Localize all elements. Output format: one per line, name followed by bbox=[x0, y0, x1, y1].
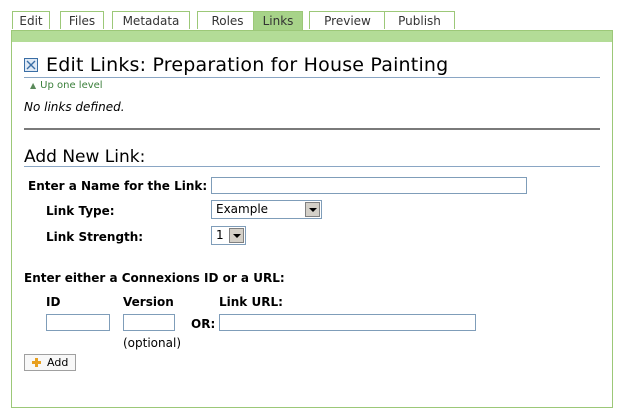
tab-preview[interactable]: Preview bbox=[309, 11, 386, 29]
up-one-level-link[interactable]: ▲ Up one level bbox=[30, 80, 103, 91]
link-name-input[interactable] bbox=[211, 177, 527, 194]
either-id-or-url-label: Enter either a Connexions ID or a URL: bbox=[24, 271, 285, 285]
tab-roles[interactable]: Roles bbox=[197, 11, 258, 29]
or-label: OR: bbox=[191, 317, 216, 331]
plus-icon bbox=[32, 358, 41, 367]
link-url-input[interactable] bbox=[219, 314, 476, 331]
up-link-label: Up one level bbox=[40, 80, 103, 91]
no-links-message: No links defined. bbox=[24, 100, 125, 114]
add-link-heading: Add New Link: bbox=[24, 147, 146, 167]
add-link-button[interactable]: Add bbox=[24, 354, 76, 371]
tab-label: Preview bbox=[324, 14, 371, 28]
link-strength-label: Link Strength: bbox=[46, 230, 144, 244]
version-column-label: Version bbox=[123, 295, 174, 309]
tab-files[interactable]: Files bbox=[60, 11, 104, 29]
tab-label: Edit bbox=[19, 14, 43, 28]
chevron-down-icon[interactable] bbox=[229, 228, 244, 243]
connexions-id-input[interactable] bbox=[46, 314, 110, 331]
section-divider bbox=[24, 128, 600, 130]
version-optional-hint: (optional) bbox=[123, 336, 181, 350]
page-title: Edit Links: Preparation for House Painti… bbox=[46, 54, 449, 76]
content-panel bbox=[11, 42, 613, 408]
tab-metadata[interactable]: Metadata bbox=[112, 11, 190, 29]
link-type-select[interactable]: Example bbox=[211, 200, 322, 219]
up-arrow-icon: ▲ bbox=[30, 81, 37, 90]
page-header: Edit Links: Preparation for House Painti… bbox=[24, 54, 448, 76]
tab-label: Publish bbox=[398, 14, 441, 28]
tab-label: Roles bbox=[211, 14, 244, 28]
chevron-down-icon[interactable] bbox=[305, 202, 320, 217]
tab-label: Links bbox=[262, 14, 294, 28]
add-button-label: Add bbox=[47, 356, 69, 369]
tab-underbar bbox=[11, 30, 613, 42]
tab-label: Metadata bbox=[122, 14, 180, 28]
add-link-divider bbox=[24, 166, 600, 167]
version-input[interactable] bbox=[123, 314, 175, 331]
tab-links[interactable]: Links bbox=[253, 11, 303, 31]
link-type-label: Link Type: bbox=[46, 204, 115, 218]
link-strength-select[interactable]: 1 bbox=[211, 226, 246, 245]
link-strength-value: 1 bbox=[216, 228, 224, 242]
tab-label: Files bbox=[68, 14, 96, 28]
tab-publish[interactable]: Publish bbox=[384, 11, 455, 29]
title-divider bbox=[24, 77, 600, 78]
link-url-column-label: Link URL: bbox=[219, 295, 283, 309]
id-column-label: ID bbox=[46, 295, 61, 309]
link-name-label: Enter a Name for the Link: bbox=[28, 179, 208, 193]
link-type-value: Example bbox=[216, 202, 269, 216]
tab-edit[interactable]: Edit bbox=[12, 11, 50, 29]
document-icon bbox=[24, 58, 38, 72]
